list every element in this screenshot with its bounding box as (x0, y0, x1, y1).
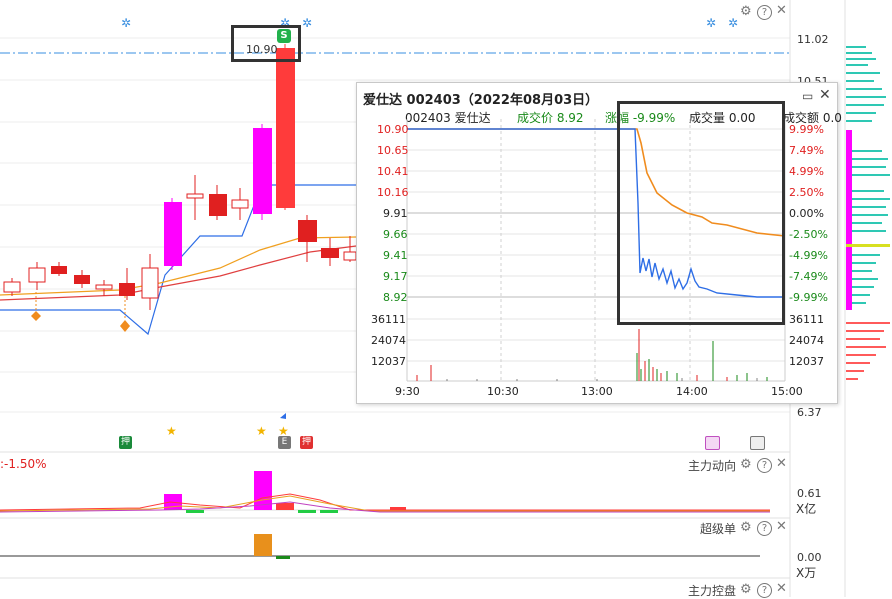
popup-left-axis-8: 8.92 (383, 291, 408, 304)
pledge-badge-red-icon[interactable]: 押 (300, 436, 313, 449)
settings-icon[interactable]: ⚙ (740, 4, 752, 19)
svg-text:★: ★ (166, 424, 177, 438)
calendar-badge-icon[interactable] (705, 436, 720, 450)
calendar-badge-gray-icon[interactable] (750, 436, 765, 450)
panel1-unit: X亿 (796, 502, 817, 516)
popup-left-axis-6: 9.41 (383, 249, 408, 262)
panel1-help-icon[interactable]: ? (757, 458, 772, 473)
star-icons: ★ ★ ★ (166, 424, 289, 438)
popup-right-axis-8: -9.99% (789, 291, 828, 304)
panel3-help-icon[interactable]: ? (757, 583, 772, 598)
volume-profile-red (846, 322, 890, 380)
intraday-popup[interactable]: 爱仕达 002403（2022年08月03日） ▭ ✕ 002403 爱仕达 成… (356, 82, 842, 404)
popup-vol-axis-1: 24074 (371, 334, 406, 347)
popup-left-axis-7: 9.17 (383, 270, 408, 283)
axis-label-top: 11.02 (797, 33, 829, 46)
popup-right-axis-1: 7.49% (789, 144, 824, 157)
price-highlight-box (231, 25, 301, 62)
popup-right-axis-4: 0.00% (789, 207, 824, 220)
panel3-close-icon[interactable]: ✕ (776, 581, 787, 596)
popup-left-axis-2: 10.41 (377, 165, 409, 178)
popup-left-axis-4: 9.91 (383, 207, 408, 220)
help-icon[interactable]: ? (757, 5, 772, 20)
popup-time-4: 15:00 (771, 385, 803, 398)
panel2-help-icon[interactable]: ? (757, 521, 772, 536)
popup-right-axis-3: 2.50% (789, 186, 824, 199)
flag-icon (280, 413, 286, 419)
axis-label-bottom: 6.37 (797, 406, 822, 419)
panel1-close-icon[interactable]: ✕ (776, 456, 787, 471)
popup-time-3: 14:00 (676, 385, 708, 398)
panel2-bar (254, 534, 272, 556)
svg-text:✲: ✲ (706, 16, 716, 30)
popup-left-axis-1: 10.65 (377, 144, 409, 157)
panel1-value: 0.61 (797, 487, 822, 500)
popup-time-1: 10:30 (487, 385, 519, 398)
panel1-left-text: :-1.50% (0, 457, 47, 471)
panel2-settings-icon[interactable]: ⚙ (740, 520, 752, 535)
popup-right-axis-5: -2.50% (789, 228, 828, 241)
volume-profile-yellow (846, 244, 890, 247)
candles (3, 44, 357, 310)
volume-profile-magenta (846, 130, 852, 310)
pledge-badge-icon[interactable]: 押 (119, 436, 132, 449)
volume-bars-red (416, 329, 728, 381)
svg-text:✲: ✲ (728, 16, 738, 30)
panel2-close-icon[interactable]: ✕ (776, 519, 787, 534)
panel1-bar-c (276, 503, 294, 510)
panel2-unit: X万 (796, 566, 817, 580)
popup-vol-axis-0: 36111 (371, 313, 406, 326)
popup-time-2: 13:00 (581, 385, 613, 398)
popup-vol-axis-2: 12037 (371, 355, 406, 368)
panel3-label[interactable]: 主力控盘 (688, 582, 736, 599)
popup-right-axis-0: 9.99% (789, 123, 824, 136)
panel1-settings-icon[interactable]: ⚙ (740, 457, 752, 472)
svg-text:✲: ✲ (302, 16, 312, 30)
document-badge-icon[interactable]: E (278, 436, 291, 449)
popup-left-axis-3: 10.16 (377, 186, 409, 199)
popup-right-axis-7: -7.49% (789, 270, 828, 283)
snowflake-icons: ✲ ✲ ✲ ✲ ✲ (121, 16, 738, 30)
drop-highlight-box (617, 101, 785, 325)
popup-vol-axis-right-1: 24074 (789, 334, 824, 347)
panel2-label[interactable]: 超级单 (700, 520, 736, 537)
popup-left-axis-0: 10.90 (377, 123, 409, 136)
popup-vol-axis-right-2: 12037 (789, 355, 824, 368)
popup-right-axis-6: -4.99% (789, 249, 828, 262)
popup-time-0: 9:30 (395, 385, 420, 398)
panel1-label[interactable]: 主力动向 (688, 457, 736, 474)
volume-profile (846, 46, 890, 304)
diamond-markers (31, 311, 130, 332)
panel3-settings-icon[interactable]: ⚙ (740, 582, 752, 597)
popup-vol-axis-right-0: 36111 (789, 313, 824, 326)
panel2-value: 0.00 (797, 551, 822, 564)
svg-text:✲: ✲ (121, 16, 131, 30)
popup-right-axis-2: 4.99% (789, 165, 824, 178)
close-icon[interactable]: ✕ (776, 3, 787, 18)
popup-left-axis-5: 9.66 (383, 228, 408, 241)
svg-text:★: ★ (256, 424, 267, 438)
